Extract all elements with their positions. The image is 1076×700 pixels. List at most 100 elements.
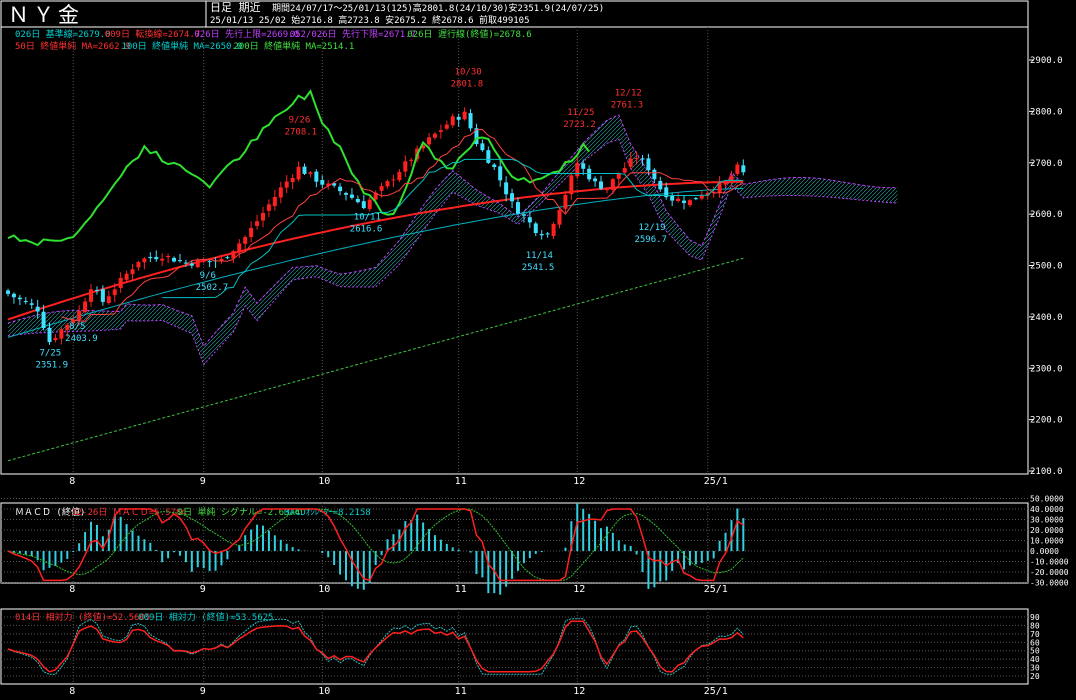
candle-body — [106, 296, 111, 303]
candle-body — [142, 258, 147, 263]
x-tick-label: 9 — [200, 476, 206, 487]
y-tick-label: 2700.0 — [1030, 159, 1063, 169]
x-tick-label: 10 — [318, 686, 330, 697]
macd-y-label: 30.0000 — [1030, 516, 1064, 525]
legend-item: 052/026日 先行下限=2671.7 — [290, 28, 416, 40]
candle-body — [89, 289, 94, 302]
macd-y-label: 40.0000 — [1030, 505, 1064, 514]
annotation-date: 12/19 — [638, 223, 665, 233]
y-tick-label: 2200.0 — [1030, 416, 1063, 426]
candle-body — [438, 130, 443, 132]
annotation-value: 2351.9 — [36, 361, 69, 371]
legend-item: 026日 先行上限=2669.0 — [194, 28, 299, 40]
candle-body — [355, 198, 360, 203]
candle-body — [652, 169, 657, 180]
candle-body — [599, 181, 603, 189]
candle-body — [456, 116, 461, 120]
macd-y-label: -10.0000 — [1030, 558, 1069, 567]
rsi14-line — [7, 620, 744, 673]
candle-body — [616, 173, 621, 179]
legend-item: 50日 終値単純 MA=2662.9 — [15, 40, 130, 52]
y-tick-label: 2300.0 — [1030, 364, 1063, 374]
x-tick-label: 12 — [573, 584, 585, 595]
candle-body — [243, 237, 248, 244]
annotation-value: 2502.7 — [196, 283, 229, 293]
candle-body — [302, 166, 307, 174]
candle-body — [29, 303, 34, 305]
price-annotations: 7/25 2351.9 8/5 2403.9 9/6 2502.7 9/26 2708.1 10… — [36, 67, 667, 370]
candle-body — [207, 261, 212, 263]
candle-body — [249, 227, 254, 238]
annotation-value: 2801.8 — [451, 79, 484, 89]
macd-legend: ＭＡＣＤ (終値)12-26日 ＭＡＣＤ=5.57849日 単純 シグナル=-2… — [15, 506, 371, 518]
candle-body — [41, 311, 46, 329]
candle-body — [118, 277, 123, 288]
candle-body — [693, 198, 698, 200]
annotation-value: 2723.2 — [563, 120, 596, 130]
candle-body — [379, 186, 384, 191]
x-tick-label: 9 — [200, 584, 206, 595]
y-tick-label: 2500.0 — [1030, 262, 1063, 272]
candle-body — [385, 181, 390, 187]
candle-body — [741, 165, 746, 173]
candle-body — [486, 150, 491, 163]
candle-body — [290, 177, 295, 183]
annotation-value: 2403.9 — [65, 334, 98, 344]
candle-body — [510, 193, 515, 202]
annotation-date: 10/30 — [455, 67, 482, 77]
candle-body — [545, 233, 550, 235]
candle-body — [255, 221, 260, 227]
candle-body — [154, 256, 159, 260]
candle-body — [504, 182, 509, 195]
ma-legend: 50日 終値単純 MA=2662.9100日 終値単純 MA=2650.0200… — [15, 40, 354, 52]
x-tick-label: 11 — [455, 476, 467, 487]
candle-body — [308, 172, 313, 174]
annotation-date: 8/5 — [69, 322, 85, 332]
candle-body — [450, 116, 455, 126]
rsi-legend: 014日 相対力 (終値)=52.5605009日 相対力 (終値)=53.56… — [15, 611, 273, 623]
candle-body — [521, 214, 526, 216]
chart-mode: 日足 期近 — [210, 1, 261, 14]
candle-body — [59, 329, 64, 339]
candle-body — [563, 194, 568, 209]
candle-body — [349, 194, 354, 198]
candle-body — [53, 337, 58, 341]
candle-body — [670, 195, 675, 201]
candle-body — [172, 257, 177, 262]
candle-body — [266, 204, 271, 211]
candle-body — [17, 297, 22, 300]
legend-item: 009日 転換線=2674.7 — [105, 28, 201, 40]
candle-body — [527, 217, 532, 223]
candle-body — [77, 310, 82, 320]
candle-body — [361, 201, 366, 209]
annotation-value: 2596.7 — [634, 235, 667, 245]
x-tick-label: 12 — [573, 686, 585, 697]
rsi9-line — [7, 618, 744, 675]
candle-body — [587, 168, 592, 180]
rsi-plot — [7, 618, 744, 675]
candle-body — [628, 158, 633, 167]
x-tick-label: 25/1 — [704, 686, 728, 697]
candle-body — [260, 212, 265, 221]
legend-item: 026日 基準線=2679.0 — [15, 28, 111, 40]
candle-body — [284, 181, 289, 188]
candle-body — [462, 111, 467, 120]
candle-body — [237, 243, 242, 252]
x-tick-label: 11 — [455, 686, 467, 697]
candle-body — [468, 113, 473, 129]
annotation-date: 7/25 — [40, 349, 62, 359]
macd-y-label: 50.0000 — [1030, 495, 1064, 504]
candle-body — [391, 179, 396, 181]
candle-body — [676, 198, 681, 202]
candle-body — [634, 158, 639, 160]
legend-item: 200日 終値単純 MA=2514.1 — [233, 40, 354, 52]
candle-body — [397, 172, 402, 181]
x-tick-label: 8 — [69, 686, 75, 697]
legend-item: 100日 終値単純 MA=2650.0 — [121, 40, 242, 52]
candle-body — [94, 290, 99, 292]
candle-body — [551, 223, 556, 236]
candle-body — [658, 180, 663, 190]
candle-body — [320, 180, 325, 185]
candle-body — [498, 166, 503, 181]
candle-body — [83, 301, 88, 313]
